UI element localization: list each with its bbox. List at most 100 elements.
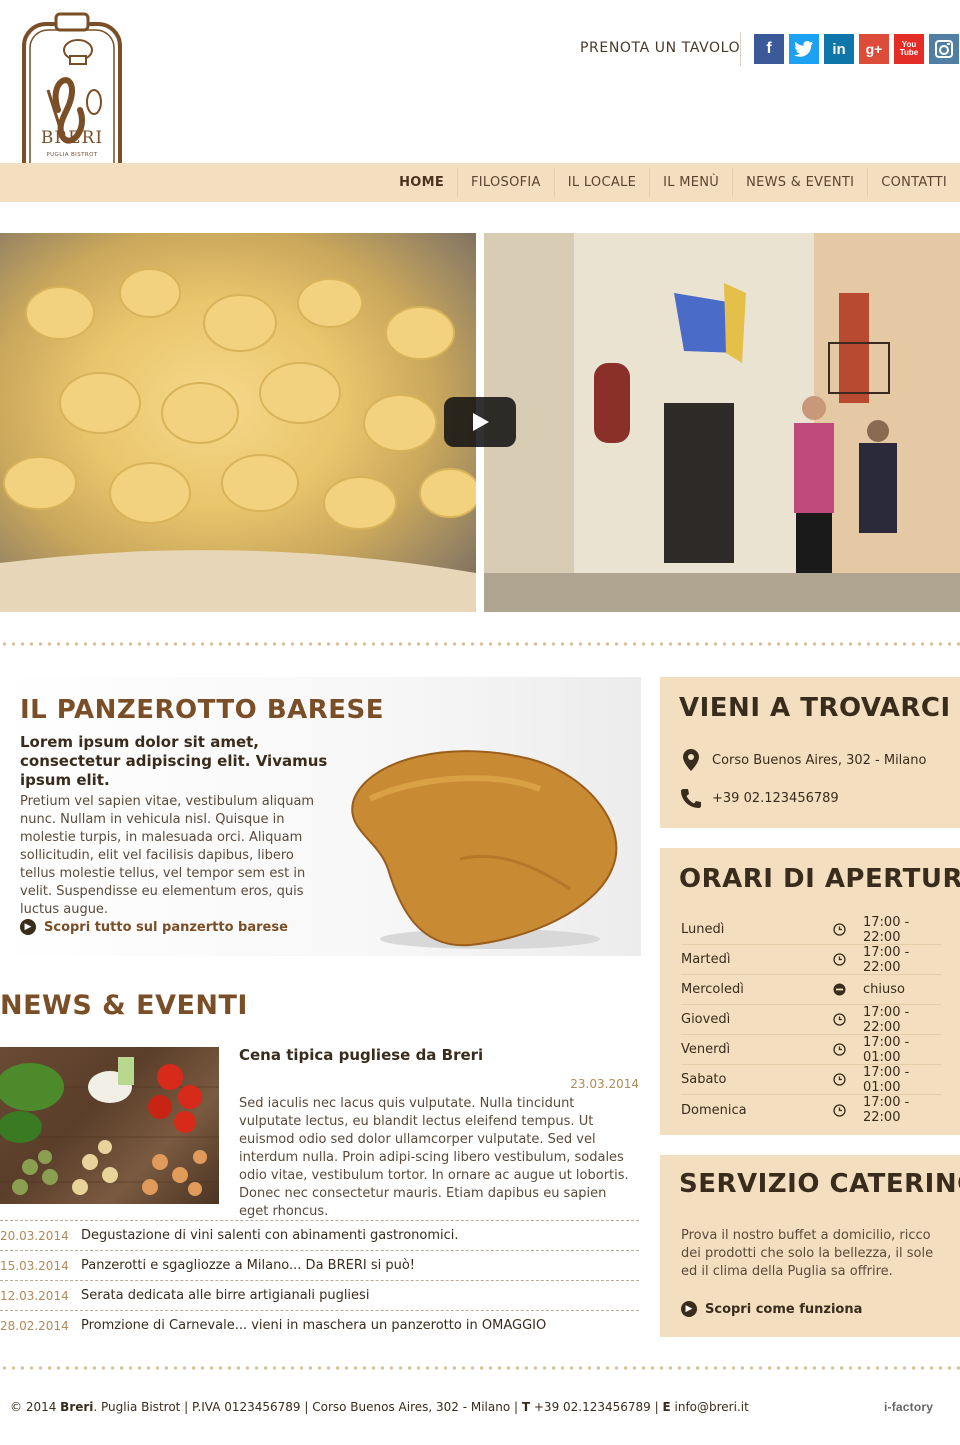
- closed-icon: [833, 983, 863, 996]
- logo-tagline: PUGLIA BISTROT: [46, 152, 98, 158]
- social-links: f in g+ You Tube: [754, 34, 959, 64]
- panzerotto-title-light: IL PANZEROTTO: [20, 695, 267, 725]
- visit-box: VIENI A TROVARCI Corso Buenos Aires, 302…: [660, 677, 960, 828]
- linkedin-icon[interactable]: in: [824, 34, 854, 64]
- hours-time: 17:00 - 22:00: [863, 1004, 910, 1035]
- nav-contatti[interactable]: CONTATTI: [867, 168, 960, 197]
- news-featured-title[interactable]: Cena tipica pugliese da Breri: [239, 1046, 483, 1064]
- phone-link[interactable]: +39 02.123456789: [712, 791, 839, 806]
- hours-day: Martedì: [681, 952, 731, 967]
- hours-time: 17:00 - 01:00: [863, 1034, 910, 1065]
- news-featured-image[interactable]: [0, 1047, 219, 1204]
- nav-il-locale[interactable]: IL LOCALE: [553, 168, 649, 197]
- visit-title: VIENI A TROVARCI: [679, 693, 951, 723]
- reserve-table-link[interactable]: PRENOTA UN TAVOLO: [580, 40, 740, 56]
- hours-row: Lunedì 17:00 - 22:00: [681, 915, 941, 945]
- dotted-divider: [0, 1366, 960, 1370]
- news-item[interactable]: 12.03.2014 Serata dedicata alle birre ar…: [0, 1280, 639, 1310]
- panzerotto-more-link[interactable]: ▶ Scopri tutto sul panzertto barese: [20, 919, 288, 935]
- hours-time: chiuso: [863, 982, 905, 997]
- map-pin-icon: [680, 749, 702, 771]
- catering-box: SERVIZIO CATERING Prova il nostro buffet…: [660, 1155, 960, 1337]
- hours-time: 17:00 - 01:00: [863, 1064, 910, 1095]
- arrow-right-icon: ▶: [681, 1301, 697, 1317]
- catering-body: Prova il nostro buffet a domicilio, ricc…: [681, 1228, 934, 1279]
- opening-hours-title: ORARI DI APERTURA: [679, 864, 960, 894]
- catering-more-label: Scopri come funziona: [705, 1301, 863, 1317]
- address-text: Corso Buenos Aires, 302 - Milano: [712, 752, 927, 768]
- clock-icon: [833, 1043, 863, 1056]
- catering-title-bold: CATERING: [829, 1169, 960, 1199]
- phone-row: +39 02.123456789: [680, 788, 839, 808]
- news-item-title[interactable]: Degustazione di vini salenti con abiname…: [81, 1228, 459, 1243]
- twitter-icon[interactable]: [789, 34, 819, 64]
- instagram-icon[interactable]: [929, 34, 959, 64]
- news-item-title[interactable]: Serata dedicata alle birre artigianali p…: [81, 1288, 369, 1303]
- bari-street-image: [484, 233, 960, 612]
- catering-title-light: SERVIZIO: [679, 1169, 830, 1199]
- ifactory-credit-logo[interactable]: i-factory: [884, 1400, 933, 1414]
- panzerotto-body: Pretium vel sapien vitae, vestibulum ali…: [20, 794, 315, 917]
- hours-day: Giovedì: [681, 1012, 731, 1027]
- news-featured-date: 23.03.2014: [570, 1077, 639, 1091]
- footer-company-info: . Puglia Bistrot | P.IVA 0123456789 | Co…: [93, 1400, 522, 1414]
- footer-brand: Breri: [60, 1400, 94, 1414]
- hours-row: Martedì 17:00 - 22:00: [681, 945, 941, 975]
- news-item-date: 12.03.2014: [0, 1288, 69, 1303]
- news-item[interactable]: 20.03.2014 Degustazione di vini salenti …: [0, 1220, 639, 1250]
- opening-hours-box: ORARI DI APERTURA Lunedì 17:00 - 22:00 M…: [660, 848, 960, 1135]
- news-featured-body: Sed iaculis nec lacus quis vulputate. Nu…: [239, 1096, 629, 1219]
- panzerotto-image: [340, 739, 630, 954]
- youtube-icon[interactable]: You Tube: [894, 34, 924, 64]
- clock-icon: [833, 1103, 863, 1117]
- news-item-title[interactable]: Panzerotti e sgagliozze a Milano... Da B…: [81, 1258, 415, 1273]
- news-title: NEWS & EVENTI: [0, 990, 248, 1021]
- facebook-icon[interactable]: f: [754, 34, 784, 64]
- clock-icon: [833, 1073, 863, 1086]
- news-title-light: & EVENTI: [92, 990, 248, 1021]
- hours-time: 17:00 - 22:00: [863, 1095, 910, 1125]
- news-item-title[interactable]: Promzione di Carnevale... vieni in masch…: [81, 1318, 546, 1333]
- hours-day: Sabato: [681, 1072, 727, 1087]
- address-row: Corso Buenos Aires, 302 - Milano: [680, 749, 926, 771]
- footer-email-label: E: [662, 1400, 671, 1414]
- main-navbar: HOME FILOSOFIA IL LOCALE IL MENÙ NEWS & …: [0, 163, 960, 202]
- news-item-date: 28.02.2014: [0, 1318, 69, 1333]
- main-nav: HOME FILOSOFIA IL LOCALE IL MENÙ NEWS & …: [386, 163, 960, 202]
- play-icon: [473, 413, 489, 431]
- googleplus-icon[interactable]: g+: [859, 34, 889, 64]
- orecchiette-pasta-image: [0, 233, 476, 612]
- nav-il-menu[interactable]: IL MENÙ: [649, 168, 732, 197]
- hours-title-light: DI APERTURA: [783, 864, 960, 894]
- footer-info: © 2014 Breri. Puglia Bistrot | P.IVA 012…: [10, 1400, 749, 1414]
- visit-title-bold: TROVARCI: [800, 693, 951, 723]
- hours-day: Venerdì: [681, 1042, 731, 1057]
- news-item-date: 20.03.2014: [0, 1228, 69, 1243]
- footer-copyright: © 2014: [10, 1400, 61, 1414]
- panzerotto-section: IL PANZEROTTO BARESE Lorem ipsum dolor s…: [0, 677, 641, 956]
- dotted-divider: [0, 642, 960, 646]
- hours-day: Lunedì: [681, 922, 725, 937]
- news-title-bold: NEWS: [0, 990, 93, 1021]
- nav-home[interactable]: HOME: [386, 168, 457, 197]
- clock-icon: [833, 1013, 863, 1026]
- news-item[interactable]: 15.03.2014 Panzerotti e sgagliozze a Mil…: [0, 1250, 639, 1280]
- hours-title-bold: ORARI: [679, 864, 774, 894]
- footer-email-link[interactable]: info@breri.it: [671, 1400, 749, 1414]
- hours-row: Domenica 17:00 - 22:00: [681, 1095, 941, 1125]
- visit-title-light: VIENI A: [679, 693, 801, 723]
- arrow-right-icon: ▶: [20, 919, 36, 935]
- phone-icon: [680, 788, 702, 808]
- news-item[interactable]: 28.02.2014 Promzione di Carnevale... vie…: [0, 1310, 639, 1340]
- hours-row: Giovedì 17:00 - 22:00: [681, 1005, 941, 1035]
- panzerotto-title-bold: BARESE: [266, 695, 385, 725]
- clock-icon: [833, 953, 863, 966]
- catering-more-link[interactable]: ▶ Scopri come funziona: [681, 1301, 862, 1317]
- hours-time: 17:00 - 22:00: [863, 914, 910, 945]
- nav-filosofia[interactable]: FILOSOFIA: [457, 168, 554, 197]
- video-play-button[interactable]: [444, 397, 516, 447]
- nav-news-eventi[interactable]: NEWS & EVENTI: [732, 168, 867, 197]
- hours-row: Venerdì 17:00 - 01:00: [681, 1035, 941, 1065]
- clock-icon: [833, 923, 863, 936]
- logo-wordmark: BRERI: [40, 128, 104, 148]
